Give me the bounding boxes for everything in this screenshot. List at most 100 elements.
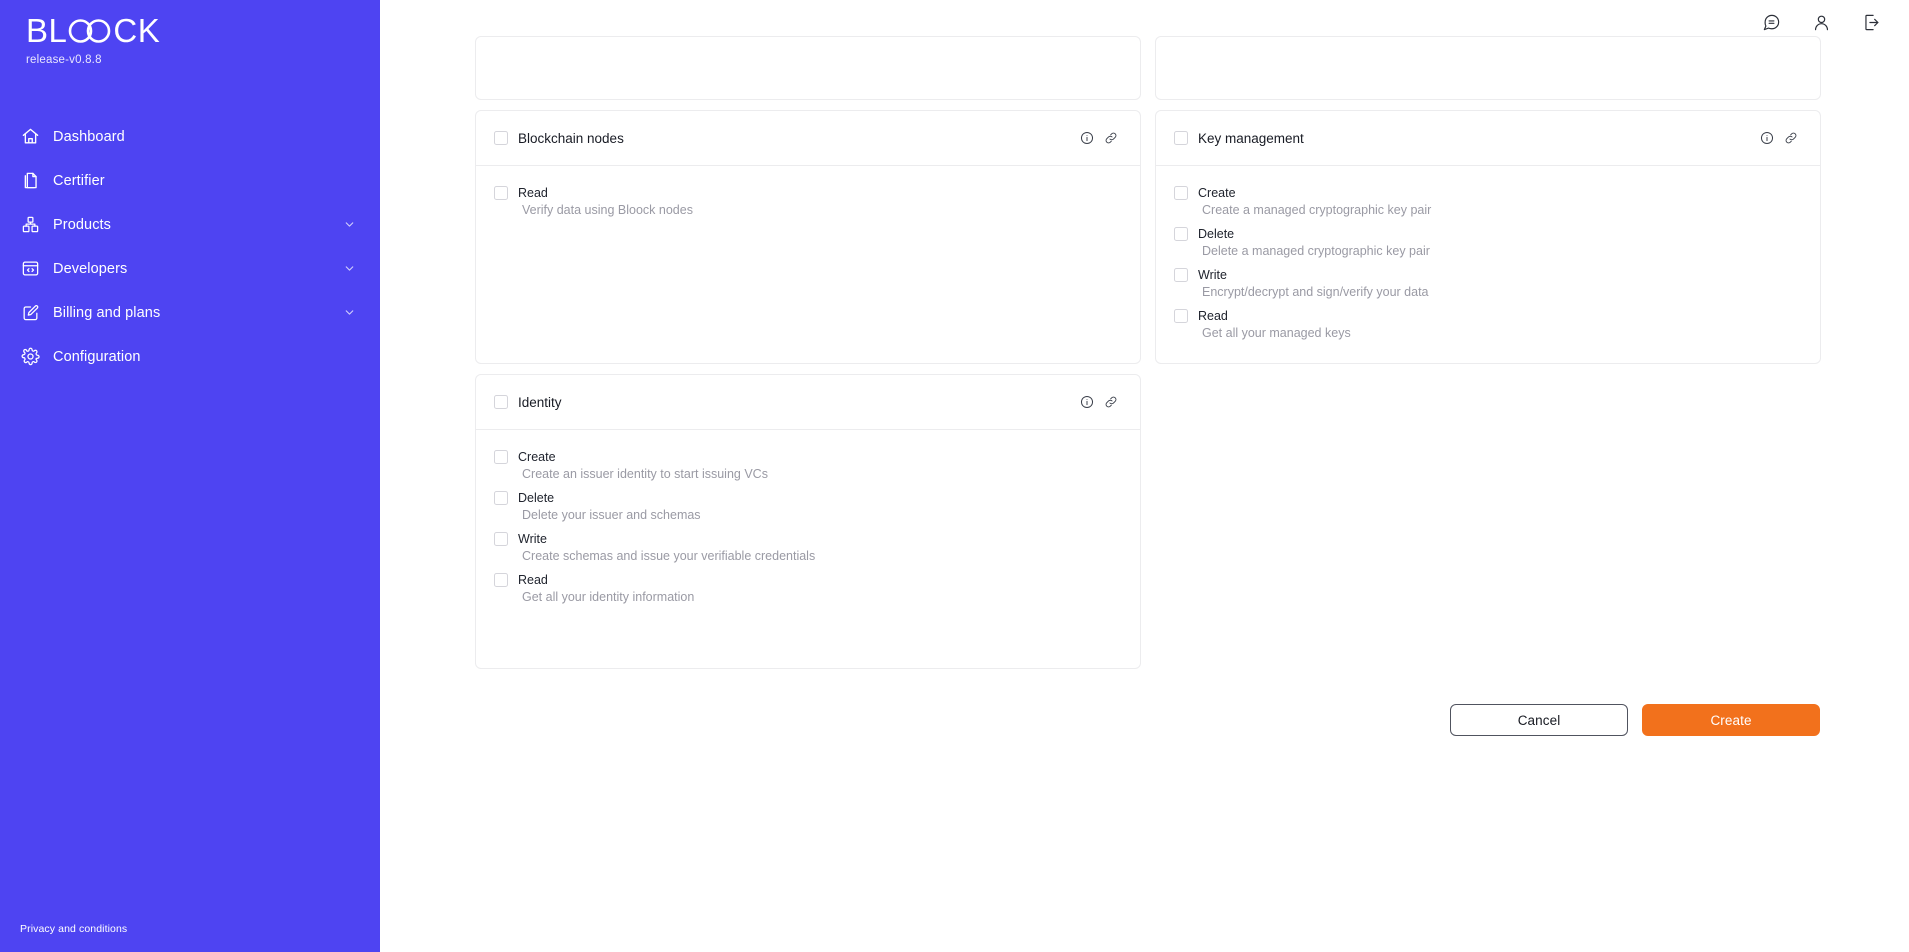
cards-grid: Blockchain nodes Read Verify data using …	[475, 36, 1821, 669]
sidebar-item-products[interactable]: Products	[0, 203, 380, 247]
card-actions	[1760, 131, 1798, 145]
sidebar-item-label: Developers	[53, 260, 128, 277]
chat-icon[interactable]	[1761, 12, 1781, 32]
permission-checkbox-create[interactable]	[494, 450, 508, 464]
permission-description: Create an issuer identity to start issui…	[522, 467, 768, 481]
user-icon[interactable]	[1811, 12, 1831, 32]
permission-item: Delete Delete your issuer and schemas	[494, 491, 1118, 522]
card-body: Create Create an issuer identity to star…	[476, 430, 1140, 668]
chevron-down-icon[interactable]	[343, 218, 356, 231]
info-icon[interactable]	[1760, 131, 1774, 145]
permission-description: Encrypt/decrypt and sign/verify your dat…	[1202, 285, 1429, 299]
permission-checkbox-create[interactable]	[1174, 186, 1188, 200]
permission-description: Delete a managed cryptographic key pair	[1202, 244, 1430, 258]
info-icon[interactable]	[1080, 395, 1094, 409]
permission-description: Create a managed cryptographic key pair	[1202, 203, 1432, 217]
permission-item: Delete Delete a managed cryptographic ke…	[1174, 227, 1798, 258]
home-icon	[16, 123, 44, 151]
gear-icon	[16, 343, 44, 371]
card-actions	[1080, 395, 1118, 409]
permission-name: Write	[1198, 268, 1227, 282]
card-header: Key management	[1156, 111, 1820, 166]
permission-item: Read Get all your identity information	[494, 573, 1118, 604]
card-checkbox-blockchain-nodes[interactable]	[494, 131, 508, 145]
sidebar: BL CK release-v0.8.8 Dashboard Certifier…	[0, 0, 380, 952]
infinity-mark-icon	[68, 18, 112, 44]
link-icon[interactable]	[1104, 131, 1118, 145]
permission-description: Verify data using Bloock nodes	[522, 203, 693, 217]
permission-description: Delete your issuer and schemas	[522, 508, 701, 522]
card-checkbox-key-management[interactable]	[1174, 131, 1188, 145]
permission-item: Read Get all your managed keys	[1174, 309, 1798, 340]
topbar	[380, 0, 1909, 36]
card-blockchain-nodes: Blockchain nodes Read Verify data using …	[475, 110, 1141, 364]
sidebar-item-dashboard[interactable]: Dashboard	[0, 115, 380, 159]
card-header: Blockchain nodes	[476, 111, 1140, 166]
sidebar-item-label: Products	[53, 216, 112, 233]
sidebar-item-label: Certifier	[53, 172, 105, 189]
permission-name: Write	[518, 532, 547, 546]
release-version: release-v0.8.8	[26, 53, 102, 66]
document-icon	[16, 167, 44, 195]
permission-checkbox-read[interactable]	[494, 186, 508, 200]
permission-name: Create	[1198, 186, 1236, 200]
sidebar-nav: Dashboard Certifier Products Developers …	[0, 115, 380, 379]
privacy-and-conditions-link[interactable]: Privacy and conditions	[20, 923, 127, 935]
grid-spacer	[1155, 374, 1821, 669]
sidebar-item-billing-and-plans[interactable]: Billing and plans	[0, 291, 380, 335]
card-body: Create Create a managed cryptographic ke…	[1156, 166, 1820, 363]
permissions-form: Blockchain nodes Read Verify data using …	[380, 36, 1909, 952]
sidebar-item-label: Configuration	[53, 348, 141, 365]
brand[interactable]: BL CK release-v0.8.8	[0, 0, 380, 66]
permission-description: Get all your managed keys	[1202, 326, 1351, 340]
permission-checkbox-delete[interactable]	[1174, 227, 1188, 241]
permission-checkbox-read[interactable]	[494, 573, 508, 587]
cancel-button[interactable]: Cancel	[1450, 704, 1628, 736]
card-title: Blockchain nodes	[518, 130, 624, 146]
sidebar-item-developers[interactable]: Developers	[0, 247, 380, 291]
card-checkbox-identity[interactable]	[494, 395, 508, 409]
permission-checkbox-write[interactable]	[494, 532, 508, 546]
permission-name: Delete	[518, 491, 555, 505]
permission-checkbox-read[interactable]	[1174, 309, 1188, 323]
permission-item: Read Verify data using Bloock nodes	[494, 186, 1118, 217]
permission-name: Create	[518, 450, 556, 464]
permission-description: Create schemas and issue your verifiable…	[522, 549, 816, 563]
main-content: Blockchain nodes Read Verify data using …	[380, 0, 1909, 952]
sidebar-item-certifier[interactable]: Certifier	[0, 159, 380, 203]
sidebar-item-label: Billing and plans	[53, 304, 161, 321]
card-title: Identity	[518, 394, 562, 410]
permission-checkbox-write[interactable]	[1174, 268, 1188, 282]
info-icon[interactable]	[1080, 131, 1094, 145]
logo-text-right: CK	[113, 12, 161, 49]
sidebar-item-label: Dashboard	[53, 128, 125, 145]
edit-square-icon	[16, 299, 44, 327]
link-icon[interactable]	[1104, 395, 1118, 409]
sidebar-item-configuration[interactable]: Configuration	[0, 335, 380, 379]
link-icon[interactable]	[1784, 131, 1798, 145]
card-stub-left	[475, 36, 1141, 100]
card-body: Read Verify data using Bloock nodes	[476, 166, 1140, 363]
permission-item: Write Create schemas and issue your veri…	[494, 532, 1118, 563]
permission-item: Write Encrypt/decrypt and sign/verify yo…	[1174, 268, 1798, 299]
permission-item: Create Create a managed cryptographic ke…	[1174, 186, 1798, 217]
app-root: BL CK release-v0.8.8 Dashboard Certifier…	[0, 0, 1909, 952]
permission-name: Read	[518, 186, 548, 200]
card-identity: Identity Create Create an issuer identit…	[475, 374, 1141, 669]
logout-icon[interactable]	[1861, 12, 1881, 32]
code-window-icon	[16, 255, 44, 283]
card-header: Identity	[476, 375, 1140, 430]
permission-name: Delete	[1198, 227, 1235, 241]
cubes-icon	[16, 211, 44, 239]
logo: BL CK	[26, 12, 354, 49]
form-actions: Cancel Create	[475, 704, 1820, 736]
permission-checkbox-delete[interactable]	[494, 491, 508, 505]
permission-item: Create Create an issuer identity to star…	[494, 450, 1118, 481]
permission-description: Get all your identity information	[522, 590, 695, 604]
card-stub-right	[1155, 36, 1821, 100]
chevron-down-icon[interactable]	[343, 306, 356, 319]
create-button[interactable]: Create	[1642, 704, 1820, 736]
chevron-down-icon[interactable]	[343, 262, 356, 275]
permission-name: Read	[518, 573, 548, 587]
card-key-management: Key management Create Create a managed c…	[1155, 110, 1821, 364]
